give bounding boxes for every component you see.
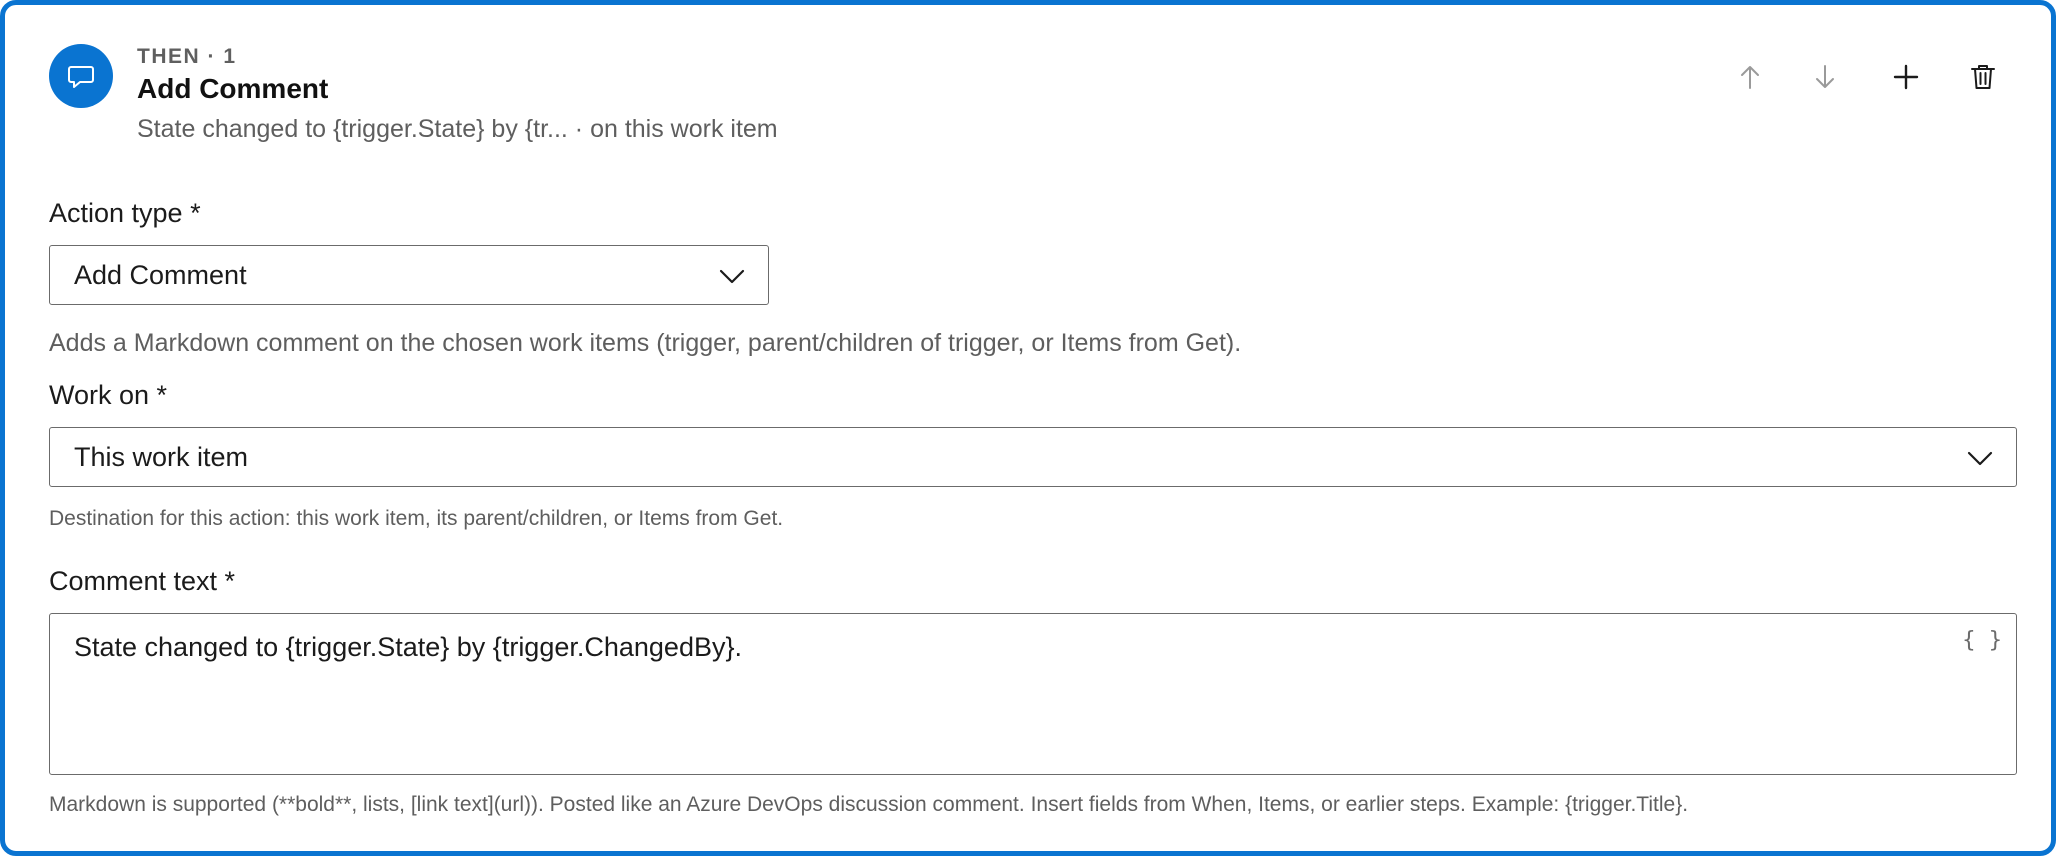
step-title: Add Comment (137, 73, 329, 104)
arrow-up-icon (1741, 66, 1759, 89)
action-type-help: Adds a Markdown comment on the chosen wo… (49, 329, 1242, 357)
work-on-value: This work item (74, 442, 249, 472)
action-step-card: THEN · 1 Add Comment State changed to {t… (0, 0, 2056, 856)
move-up-button[interactable] (1730, 57, 1770, 97)
insert-field-button[interactable]: { } (1962, 628, 2002, 653)
delete-step-button[interactable] (1963, 57, 2003, 97)
work-on-help: Destination for this action: this work i… (49, 507, 784, 530)
comment-icon (68, 66, 94, 88)
action-type-select[interactable]: Add Comment (49, 245, 769, 305)
comment-text-help: Markdown is supported (**bold**, lists, … (49, 793, 1689, 816)
arrow-down-icon (1816, 65, 1834, 88)
comment-step-avatar (49, 44, 113, 108)
step-label: THEN · 1 (137, 45, 237, 68)
work-on-label: Work on * (49, 380, 168, 410)
comment-text-value: State changed to {trigger.State} by {tri… (74, 632, 742, 662)
plus-icon (1893, 64, 1919, 90)
chevron-down-icon (719, 269, 745, 284)
move-down-button[interactable] (1805, 57, 1845, 97)
trash-icon (1971, 65, 1995, 89)
add-step-button[interactable] (1886, 57, 1926, 97)
work-on-select[interactable]: This work item (49, 427, 2017, 487)
action-type-value: Add Comment (74, 260, 247, 290)
action-type-label: Action type * (49, 198, 201, 228)
step-summary: State changed to {trigger.State} by {tr.… (137, 115, 778, 143)
comment-text-label: Comment text * (49, 566, 236, 596)
chevron-down-icon (1967, 451, 1993, 466)
comment-text-input[interactable]: State changed to {trigger.State} by {tri… (49, 613, 2017, 775)
